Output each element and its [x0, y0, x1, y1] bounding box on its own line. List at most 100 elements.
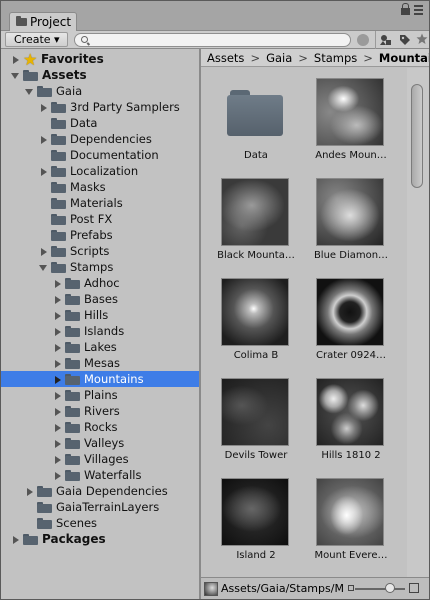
tree-item[interactable]: Mountains [1, 371, 199, 387]
collapsed-arrow-icon[interactable] [39, 135, 48, 144]
tree-item[interactable]: Plains [1, 387, 199, 403]
tab-project[interactable]: Project [9, 12, 77, 31]
expanded-arrow-icon[interactable] [39, 263, 48, 272]
collapsed-arrow-icon[interactable] [53, 423, 62, 432]
collapsed-arrow-icon[interactable] [53, 279, 62, 288]
tree-item[interactable]: Assets [1, 67, 199, 83]
scrollbar-thumb[interactable] [411, 84, 423, 188]
tree-item[interactable]: Documentation [1, 147, 199, 163]
breadcrumb-item[interactable]: Stamps [314, 51, 357, 65]
title-bar: Project [1, 1, 429, 31]
collapsed-arrow-icon[interactable] [53, 407, 62, 416]
asset-item[interactable]: Colima B [201, 268, 296, 368]
asset-item[interactable]: Hills 1810 2 [296, 368, 391, 468]
collapsed-arrow-icon[interactable] [11, 55, 20, 64]
folder-icon [65, 357, 80, 369]
breadcrumb-item[interactable]: Gaia [266, 51, 292, 65]
breadcrumb-item[interactable]: Mountains [379, 51, 429, 65]
asset-item[interactable]: Black Mounta… [201, 168, 296, 268]
collapsed-arrow-icon[interactable] [53, 359, 62, 368]
tree-item[interactable]: Adhoc [1, 275, 199, 291]
collapsed-arrow-icon[interactable] [53, 455, 62, 464]
tree-item[interactable]: Islands [1, 323, 199, 339]
tree-item[interactable]: Localization [1, 163, 199, 179]
tree-item-label: Data [70, 116, 98, 130]
collapsed-arrow-icon[interactable] [53, 471, 62, 480]
tree-item[interactable]: Packages [1, 531, 199, 547]
tree-item[interactable]: Dependencies [1, 131, 199, 147]
filter-by-type-icon[interactable] [379, 33, 393, 47]
tree-item[interactable]: Villages [1, 451, 199, 467]
asset-label: Colima B [233, 350, 279, 361]
breadcrumb: Assets > Gaia > Stamps > Mountains [201, 49, 429, 67]
tree-item[interactable]: Masks [1, 179, 199, 195]
tree-item[interactable]: Rivers [1, 403, 199, 419]
tree-item[interactable]: Stamps [1, 259, 199, 275]
menu-icon[interactable] [414, 4, 423, 15]
tree-item[interactable]: Waterfalls [1, 467, 199, 483]
collapsed-arrow-icon[interactable] [39, 103, 48, 112]
vertical-scrollbar[interactable] [407, 68, 429, 577]
tree-item[interactable]: Materials [1, 195, 199, 211]
tree-item[interactable]: Mesas [1, 355, 199, 371]
asset-item[interactable]: Mount Evere… [296, 468, 391, 568]
asset-folder[interactable]: Data [201, 68, 296, 168]
tree-item[interactable]: Gaia [1, 83, 199, 99]
tree-item[interactable]: Data [1, 115, 199, 131]
folder-icon [37, 485, 52, 497]
collapsed-arrow-icon[interactable] [39, 247, 48, 256]
asset-item[interactable]: Island 2 [201, 468, 296, 568]
asset-item[interactable]: Crater 0924… [296, 268, 391, 368]
folder-icon [16, 16, 27, 26]
asset-label: Blue Diamon… [313, 250, 389, 261]
search-input[interactable] [91, 34, 341, 46]
collapsed-arrow-icon[interactable] [53, 295, 62, 304]
collapsed-arrow-icon[interactable] [53, 327, 62, 336]
tree-item[interactable]: GaiaTerrainLayers [1, 499, 199, 515]
folder-icon [51, 229, 66, 241]
tree-item[interactable]: Valleys [1, 435, 199, 451]
favorite-star-icon[interactable] [415, 33, 429, 47]
zoom-slider-track[interactable] [355, 588, 405, 590]
folder-icon [37, 501, 52, 513]
create-button[interactable]: Create ▾ [5, 32, 68, 47]
tree-item[interactable]: Hills [1, 307, 199, 323]
tree-item[interactable]: Prefabs [1, 227, 199, 243]
tree-item[interactable]: ★ Favorites [1, 51, 199, 67]
collapsed-arrow-icon[interactable] [39, 167, 48, 176]
tree-item[interactable]: Rocks [1, 419, 199, 435]
collapsed-arrow-icon[interactable] [53, 375, 62, 384]
tree-item-label: Stamps [70, 260, 114, 274]
tree-item[interactable]: Scripts [1, 243, 199, 259]
folder-icon [51, 101, 66, 113]
tree-item[interactable]: Bases [1, 291, 199, 307]
collapsed-arrow-icon[interactable] [53, 439, 62, 448]
collapsed-arrow-icon[interactable] [53, 391, 62, 400]
asset-item[interactable]: Blue Diamon… [296, 168, 391, 268]
tree-item[interactable]: Lakes [1, 339, 199, 355]
lock-icon[interactable] [401, 3, 410, 15]
folder-icon [65, 453, 80, 465]
filter-by-label-icon[interactable] [398, 33, 412, 47]
collapsed-arrow-icon[interactable] [25, 487, 34, 496]
tree-item[interactable]: Gaia Dependencies [1, 483, 199, 499]
search-clear-icon[interactable] [357, 34, 369, 46]
zoom-slider-knob[interactable] [385, 583, 395, 593]
toolbar: Create ▾ [1, 31, 429, 49]
asset-label: Devils Tower [224, 450, 288, 461]
expanded-arrow-icon[interactable] [25, 87, 34, 96]
tree-item[interactable]: Post FX [1, 211, 199, 227]
search-box[interactable] [74, 33, 351, 47]
collapsed-arrow-icon[interactable] [53, 311, 62, 320]
asset-item[interactable]: Andes Moun… [296, 68, 391, 168]
breadcrumb-item[interactable]: Assets [207, 51, 244, 65]
tree-item-label: Adhoc [84, 276, 120, 290]
breadcrumb-separator: > [363, 50, 373, 65]
collapsed-arrow-icon[interactable] [11, 535, 20, 544]
asset-item[interactable]: Devils Tower [201, 368, 296, 468]
expanded-arrow-icon[interactable] [11, 71, 20, 80]
tree-item[interactable]: Scenes [1, 515, 199, 531]
collapsed-arrow-icon[interactable] [53, 343, 62, 352]
tree-item[interactable]: 3rd Party Samplers [1, 99, 199, 115]
